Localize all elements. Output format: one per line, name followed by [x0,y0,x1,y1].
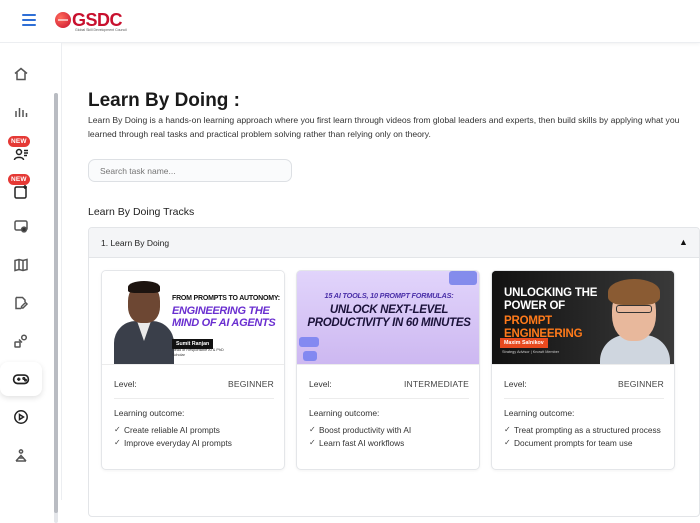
divider [504,398,664,399]
outcome-list: Treat prompting as a structured process … [504,424,669,449]
decor-chip [303,351,317,361]
course-thumbnail[interactable]: UNLOCKING THE POWER OF PROMPT ENGINEERIN… [492,271,674,364]
top-bar: GSDC Global Skill Development Council [0,0,700,43]
course-thumbnail[interactable]: FROM PROMPTS TO AUTONOMY: ENGINEERING TH… [102,271,284,364]
sidebar-item-analytics[interactable] [10,101,32,123]
sidebar-item-shapes[interactable] [10,330,32,352]
outcome-item: Create reliable AI prompts [114,424,279,437]
outcome-item: Treat prompting as a structured process [504,424,669,437]
sidebar-item-edit[interactable] [10,292,32,314]
thumbnail-line1: UNLOCKING THE POWER OF [504,287,598,312]
page-title: Learn By Doing : [88,90,241,111]
home-icon [14,67,28,81]
sidebar-item-settings-card[interactable] [10,215,32,237]
edit-icon [15,296,29,310]
add-card-icon [14,185,27,199]
sidebar-item-new-users[interactable]: NEW [8,136,32,165]
thumbnail-line2: ENGINEERING THE MIND OF AI AGENTS [172,305,276,329]
outcome-item: Document prompts for team use [504,437,669,450]
globe-icon [55,12,71,28]
card-body: Level: INTERMEDIATE Learning outcome: Bo… [297,364,479,469]
task-card[interactable]: UNLOCKING THE POWER OF PROMPT ENGINEERIN… [491,270,675,470]
thumbnail-line1: FROM PROMPTS TO AUTONOMY: [172,295,280,302]
level-value: BEGINNER [228,379,274,389]
speaker-role: Strategy Advisor | Knowit Member [502,350,560,354]
accordion-title: 1. Learn By Doing [101,238,170,248]
thumbnail-line2: UNLOCK NEXT-LEVEL PRODUCTIVITY IN 60 MIN… [307,304,471,329]
section-title: Learn By Doing Tracks [88,206,195,218]
divider [114,398,274,399]
shapes-icon [14,334,28,348]
level-value: BEGINNER [618,379,664,389]
decor-chip [449,271,477,285]
outcome-title: Learning outcome: [309,408,380,418]
thumbnail-line1: 15 AI TOOLS, 10 PROMPT FORMULAS: [324,291,454,300]
gamepad-icon [12,374,30,385]
task-card[interactable]: 15 AI TOOLS, 10 PROMPT FORMULAS: UNLOCK … [296,270,480,470]
hamburger-menu-icon[interactable] [22,14,36,26]
sidebar-item-video[interactable] [10,406,32,428]
new-badge: NEW [8,136,30,147]
sidebar-item-network[interactable] [10,445,32,467]
outcome-title: Learning outcome: [504,408,575,418]
play-icon [14,410,28,424]
level-label: Level: [504,379,527,389]
decor-chip [299,337,319,347]
collapse-arrow-icon[interactable]: ▲ [679,237,688,247]
speaker-photo [112,279,174,364]
book-icon [14,258,28,272]
level-value: INTERMEDIATE [403,379,469,389]
logo-subtitle: Global Skill Development Council [75,28,127,32]
divider [309,398,469,399]
gear-card-icon [14,220,28,233]
outcome-list: Boost productivity with AI Learn fast AI… [309,424,474,449]
gsdc-logo[interactable]: GSDC Global Skill Development Council [55,8,127,32]
sidebar-item-book[interactable] [10,254,32,276]
new-badge: NEW [8,174,30,185]
level-label: Level: [309,379,332,389]
sidebar: NEW NEW [0,43,62,523]
outcome-list: Create reliable AI prompts Improve every… [114,424,279,449]
outcome-item: Learn fast AI workflows [309,437,474,450]
sidebar-item-learn-by-doing[interactable] [0,362,42,396]
task-card[interactable]: FROM PROMPTS TO AUTONOMY: ENGINEERING TH… [101,270,285,470]
page-description: Learn By Doing is a hands-on learning ap… [88,115,680,139]
sidebar-scrollbar[interactable] [54,93,58,523]
outcome-title: Learning outcome: [114,408,185,418]
outcome-item: Improve everyday AI prompts [114,437,279,450]
course-thumbnail[interactable]: 15 AI TOOLS, 10 PROMPT FORMULAS: UNLOCK … [297,271,479,364]
outcome-item: Boost productivity with AI [309,424,474,437]
users-icon [13,148,28,161]
sidebar-item-home[interactable] [10,63,32,85]
card-body: Level: BEGINNER Learning outcome: Create… [102,364,284,469]
speaker-badge: Maxim Salnikov [500,338,548,348]
speaker-role: Head of Responsible AI & PhD Scholar [172,348,224,357]
track-accordion: 1. Learn By Doing ▲ FROM PROMPTS TO AUTO… [88,227,700,517]
level-label: Level: [114,379,137,389]
accordion-header[interactable]: 1. Learn By Doing ▲ [89,228,699,258]
sidebar-item-new-add[interactable]: NEW [8,174,32,203]
search-task-input[interactable] [88,159,292,182]
bar-chart-icon [15,108,28,117]
network-icon [15,449,27,462]
card-body: Level: BEGINNER Learning outcome: Treat … [492,364,674,469]
